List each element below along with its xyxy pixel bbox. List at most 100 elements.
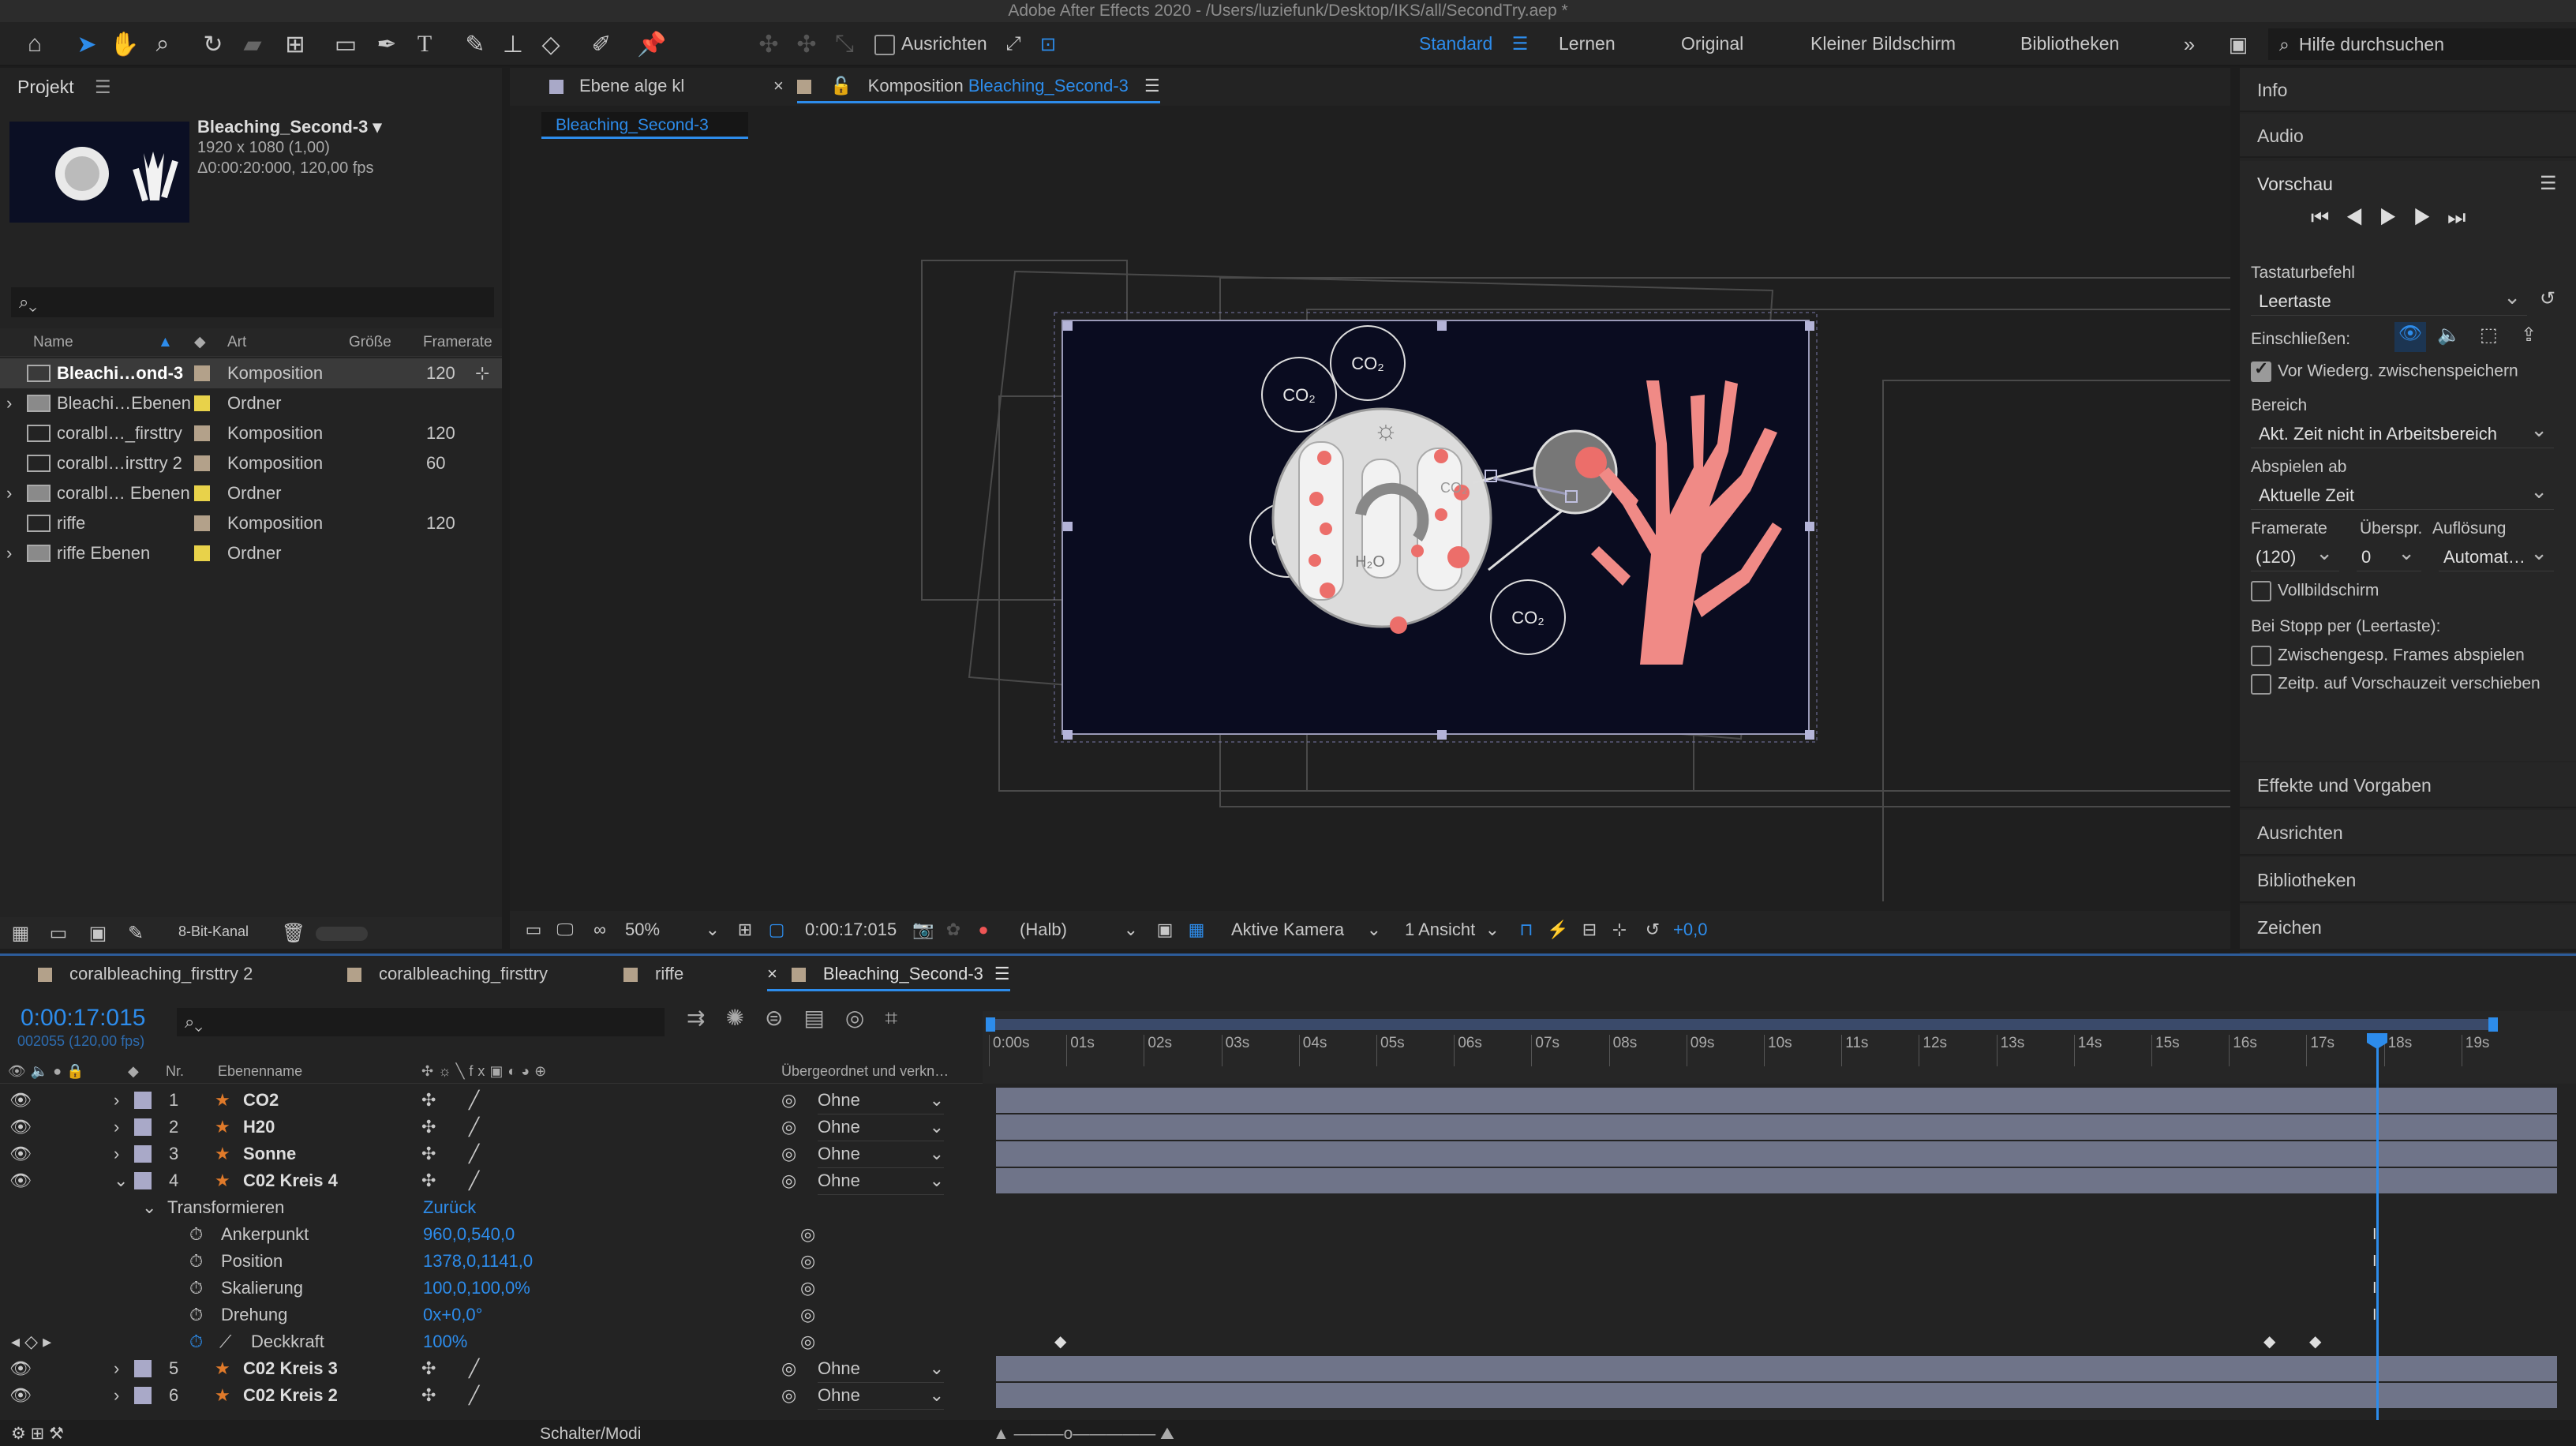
pickwhip-icon[interactable]: ◎ (781, 1167, 796, 1194)
thumbnail-slider[interactable] (316, 927, 368, 941)
label-swatch[interactable] (194, 455, 210, 471)
adjust-icon[interactable]: ✎ (118, 916, 153, 950)
brush-tool-icon[interactable]: ✎ (458, 27, 492, 62)
property-value[interactable]: 100,0,100,0% (423, 1275, 530, 1302)
move-time-checkbox[interactable]: Zeitp. auf Vorschauzeit verschieben (2251, 674, 2540, 695)
type-tool-icon[interactable]: T (407, 27, 442, 62)
expand-arrow-icon[interactable]: › (114, 1355, 119, 1382)
pickwhip-icon[interactable]: ◎ (781, 1141, 796, 1167)
bit-depth[interactable]: 8-Bit-Kanal (178, 923, 249, 940)
layer-name[interactable]: C02 Kreis 4 (243, 1167, 338, 1194)
quality-switch-icon[interactable]: ╱ (469, 1355, 479, 1382)
visibility-eye-icon[interactable]: 👁 (9, 1355, 32, 1382)
label-swatch[interactable] (194, 515, 210, 531)
collapse-switch-icon[interactable]: ✣ (421, 1382, 436, 1409)
visibility-eye-icon[interactable]: 👁 (9, 1114, 32, 1141)
always-preview-icon[interactable]: ▭ (516, 912, 551, 947)
label-swatch[interactable] (194, 365, 210, 381)
playhead[interactable] (2376, 1033, 2379, 1423)
timeline-tab[interactable]: coralbleaching_firsttry 2 (38, 964, 253, 984)
range-select[interactable]: Akt. Zeit nicht in Arbeitsbereich (2251, 415, 2554, 448)
transform-property[interactable]: ⏱ Position 1378,0,1141,0 ◎ (0, 1248, 983, 1275)
more-workspaces-icon[interactable]: » (2172, 27, 2207, 62)
label-swatch[interactable] (134, 1092, 152, 1109)
transform-group[interactable]: ⌄ Transformieren Zurück (0, 1194, 983, 1221)
layer-name[interactable]: C02 Kreis 3 (243, 1355, 338, 1382)
shy-layers-icon[interactable]: ⊜ (765, 1006, 803, 1030)
parent-select[interactable]: Ohne ⌄ (818, 1087, 944, 1114)
workspace-lernen[interactable]: Lernen (1559, 33, 1616, 54)
parent-select[interactable]: Ohne ⌄ (818, 1114, 944, 1141)
visibility-eye-icon[interactable]: 👁 (9, 1382, 32, 1409)
toggle-pixel-aspect-icon[interactable]: ⊓ (1509, 912, 1544, 947)
help-search[interactable]: ⌕ Hilfe durchsuchen (2268, 28, 2576, 60)
panel-section[interactable]: Bibliotheken (2240, 857, 2576, 903)
layer-duration-bar[interactable] (996, 1141, 2557, 1167)
current-time[interactable]: 0:00:17:015 (21, 1005, 145, 1032)
motion-blur-icon[interactable]: ◎ (845, 1006, 885, 1030)
expand-arrow-icon[interactable]: › (114, 1141, 119, 1167)
include-overlays-icon[interactable]: ⬚ (2480, 324, 2498, 347)
layer-row[interactable]: 👁 › 5 ★ C02 Kreis 3 ✣ ╱ ◎ Ohne ⌄ (0, 1355, 983, 1383)
label-tag-icon[interactable]: ◆ (194, 328, 206, 357)
parent-select[interactable]: Ohne ⌄ (818, 1167, 944, 1195)
quality-switch-icon[interactable]: ╱ (469, 1087, 479, 1114)
panel-section[interactable]: Ausrichten (2240, 810, 2576, 856)
shortcut-select[interactable]: Leertaste (2251, 283, 2527, 316)
viewer-subtab[interactable]: Bleaching_Second-3 (541, 112, 748, 139)
lock-icon[interactable]: 🔓 (830, 76, 852, 96)
project-panel-header[interactable]: Projekt ☰ (17, 68, 111, 106)
fit-icon[interactable]: ⊞ (728, 912, 762, 947)
keyframe-nav-icon[interactable]: ◂ ◇ ▸ (11, 1328, 51, 1355)
resolution-select[interactable]: (Halb) ⌄ (1020, 911, 1138, 949)
pickwhip-icon[interactable]: ◎ (781, 1114, 796, 1141)
col-parent[interactable]: Übergeordnet und verkn… (781, 1058, 949, 1084)
property-value[interactable]: 100% (423, 1328, 467, 1355)
parent-select[interactable]: Ohne ⌄ (818, 1355, 944, 1383)
reset-exposure-icon[interactable]: ↺ (1635, 912, 1670, 947)
selection-tool-icon[interactable]: ➤ (69, 27, 104, 62)
expand-arrow-icon[interactable]: ⌄ (142, 1194, 156, 1221)
label-swatch[interactable] (134, 1360, 152, 1377)
framerate-select[interactable]: (120) (2251, 538, 2339, 571)
transform-property[interactable]: ⏱ Drehung 0x+0,0° ◎ (0, 1302, 983, 1328)
preview-title[interactable]: Vorschau (2257, 174, 2333, 195)
layer-row[interactable]: 👁 › 6 ★ C02 Kreis 2 ✣ ╱ ◎ Ohne ⌄ (0, 1382, 983, 1410)
layer-row[interactable]: 👁 › 2 ★ H20 ✣ ╱ ◎ Ohne ⌄ (0, 1114, 983, 1141)
layer-duration-bar[interactable] (996, 1383, 2557, 1408)
quality-switch-icon[interactable]: ╱ (469, 1382, 479, 1409)
workspace-bibliotheken[interactable]: Bibliotheken (2020, 33, 2119, 54)
reset-link[interactable]: Zurück (423, 1194, 476, 1221)
stopwatch-icon[interactable]: ⏱ (189, 1221, 203, 1248)
layer-name[interactable]: C02 Kreis 2 (243, 1382, 338, 1409)
layer-name[interactable]: CO2 (243, 1087, 279, 1114)
viewer-timecode[interactable]: 0:00:17:015 (805, 911, 897, 949)
expand-arrow-icon[interactable]: › (6, 478, 12, 508)
expand-arrow-icon[interactable]: › (6, 388, 12, 418)
work-area-bar[interactable] (989, 1019, 2495, 1030)
comp-mini-flowchart-icon[interactable]: ⇉ (687, 1006, 725, 1030)
pickwhip-icon[interactable]: ◎ (781, 1382, 796, 1409)
expand-arrow-icon[interactable]: › (114, 1382, 119, 1409)
project-item[interactable]: coralbl…_firsttry Komposition 120 (0, 418, 502, 448)
project-item[interactable]: › riffe Ebenen Ordner (0, 538, 502, 568)
previous-frame-icon[interactable]: ◀ (2345, 205, 2379, 229)
keyframe-diamond[interactable]: ◆ (2309, 1332, 2321, 1351)
project-item[interactable]: Bleachi…ond-3 Komposition 120 ⊹ (0, 358, 502, 388)
views-select[interactable]: 1 Ansicht ⌄ (1405, 911, 1500, 949)
visibility-eye-icon[interactable]: 👁 (9, 1087, 32, 1114)
timeline-tab[interactable]: riffe (623, 964, 683, 984)
close-icon[interactable]: × (773, 76, 784, 96)
expand-arrow-icon[interactable]: › (6, 538, 12, 568)
region-icon[interactable]: ▢ (759, 912, 794, 947)
label-swatch[interactable] (134, 1118, 152, 1136)
graph-editor-icon[interactable]: ⌗ (885, 1006, 918, 1030)
quality-switch-icon[interactable]: ╱ (469, 1141, 479, 1167)
col-framerate[interactable]: Framerate (423, 328, 492, 357)
collapse-switch-icon[interactable]: ✣ (421, 1114, 436, 1141)
label-swatch[interactable] (194, 545, 210, 561)
exposure-value[interactable]: +0,0 (1673, 911, 1707, 949)
property-value[interactable]: 960,0,540,0 (423, 1221, 515, 1248)
parent-select[interactable]: Ohne ⌄ (818, 1141, 944, 1168)
panel-section[interactable]: Effekte und Vorgaben (2240, 762, 2576, 808)
